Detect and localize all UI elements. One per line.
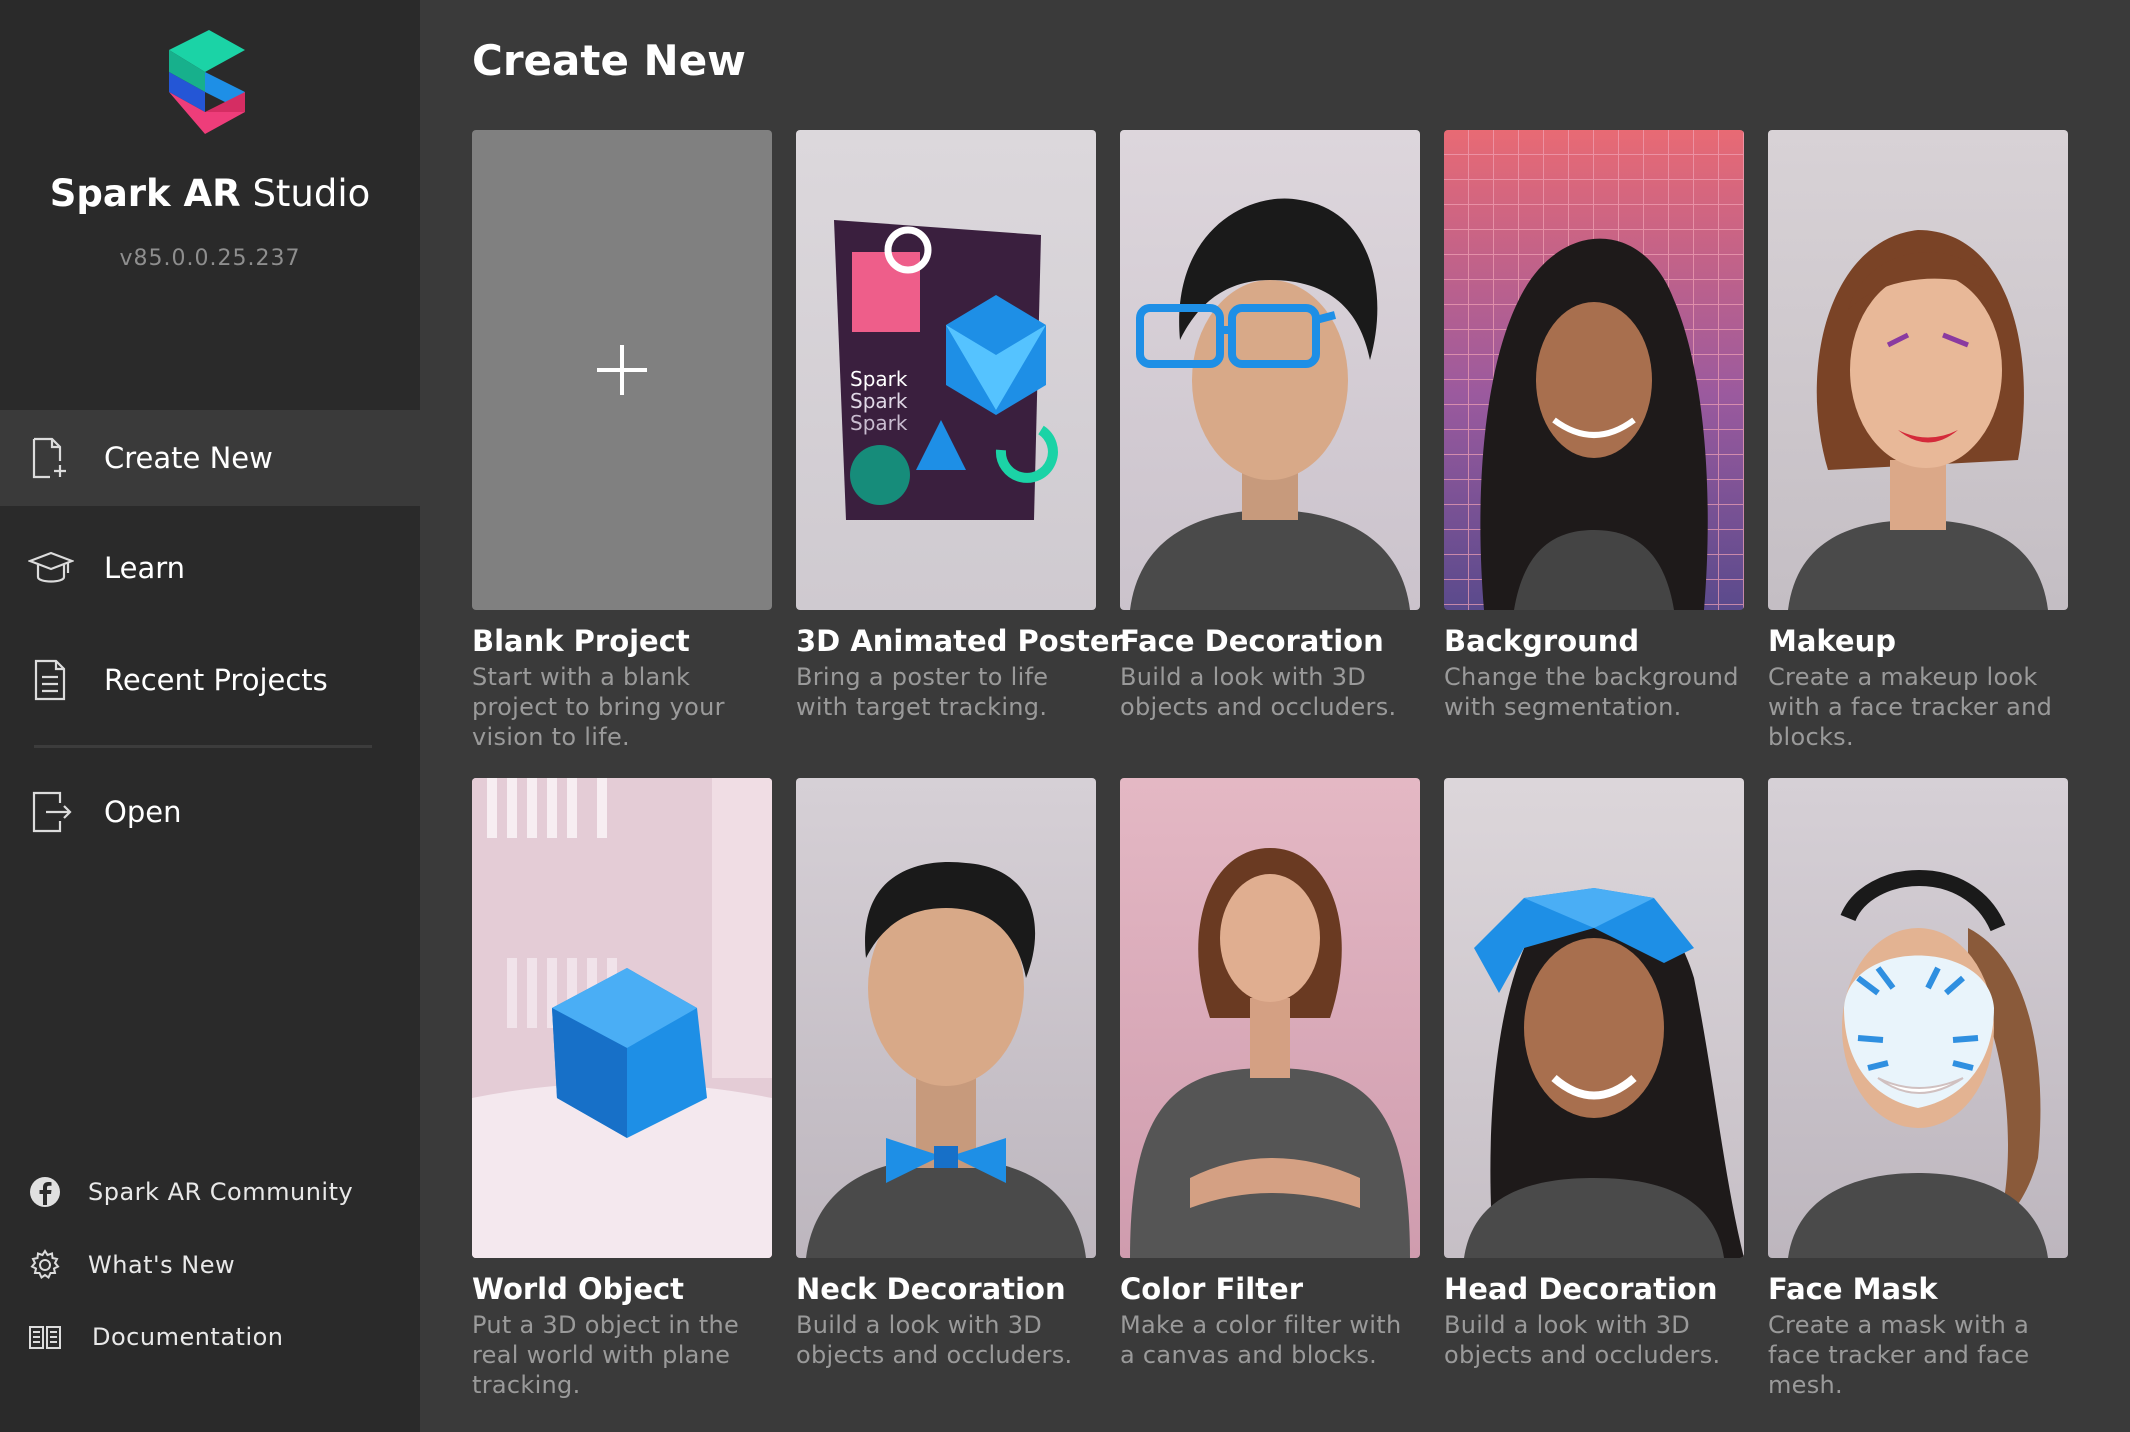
world-object-image <box>472 778 772 1258</box>
face-decoration-image <box>1130 198 1410 610</box>
color-filter-image <box>1130 848 1410 1258</box>
template-card-background[interactable]: Background Change the background with se… <box>1444 130 1744 722</box>
template-card-head-decoration[interactable]: Head Decoration Build a look with 3D obj… <box>1444 778 1744 1370</box>
template-description: Make a color filter with a canvas and bl… <box>1120 1311 1402 1369</box>
nav-label: Learn <box>104 551 186 585</box>
template-title: World Object <box>472 1272 685 1306</box>
template-thumbnail <box>796 778 1096 1258</box>
template-description: Build a look with 3D objects and occlude… <box>1444 1311 1721 1369</box>
poster-text: Spark <box>850 411 908 435</box>
poster-text: Spark <box>850 389 908 413</box>
new-file-icon <box>32 437 66 479</box>
footer-link-documentation[interactable]: Documentation <box>0 1312 420 1362</box>
app-brand: Spark AR Studio <box>49 172 371 215</box>
template-title: 3D Animated Poster <box>796 624 1124 658</box>
gear-icon <box>30 1249 60 1280</box>
plus-icon <box>597 345 647 395</box>
template-title: Color Filter <box>1120 1272 1303 1306</box>
document-icon <box>34 659 66 701</box>
nav-label: Open <box>104 795 182 829</box>
template-description: Build a look with 3D objects and occlude… <box>1120 663 1397 721</box>
makeup-image <box>1788 230 2048 610</box>
template-thumbnail <box>1444 778 1744 1258</box>
template-thumbnail <box>1768 778 2068 1258</box>
template-card-face-decoration[interactable]: Face Decoration Build a look with 3D obj… <box>1120 130 1420 722</box>
template-description: Put a 3D object in the real world with p… <box>472 1311 740 1399</box>
spark-ar-logo-icon <box>169 30 245 134</box>
template-thumbnail <box>1768 130 2068 610</box>
template-description: Create a mask with a face tracker and fa… <box>1768 1311 2030 1399</box>
background-image <box>1444 130 1744 610</box>
nav-item-learn[interactable]: Learn <box>0 520 420 616</box>
footer-link-whats-new[interactable]: What's New <box>0 1240 420 1290</box>
face-mask-image <box>1788 870 2048 1258</box>
footer-link-community[interactable]: Spark AR Community <box>0 1167 420 1217</box>
neck-decoration-image <box>806 861 1086 1258</box>
poster-illustration: Spark Spark Spark <box>834 220 1058 520</box>
page-title: Create New <box>472 36 746 85</box>
template-card-color-filter[interactable]: Color Filter Make a color filter with a … <box>1120 778 1420 1370</box>
facebook-icon <box>30 1177 60 1207</box>
template-card-blank-project[interactable]: Blank Project Start with a blank project… <box>472 130 772 752</box>
template-title: Face Mask <box>1768 1272 1938 1306</box>
template-thumbnail <box>1120 130 1420 610</box>
template-thumbnail: Spark Spark Spark <box>796 130 1096 610</box>
nav-divider <box>34 745 372 748</box>
app-version: v85.0.0.25.237 <box>119 246 301 271</box>
footer-label: Documentation <box>92 1323 284 1351</box>
template-description: Build a look with 3D objects and occlude… <box>796 1311 1073 1369</box>
footer-label: What's New <box>88 1251 236 1279</box>
open-file-icon <box>32 791 72 833</box>
template-title: Makeup <box>1768 624 1897 658</box>
nav-item-recent-projects[interactable]: Recent Projects <box>0 632 420 728</box>
template-title: Background <box>1444 624 1640 658</box>
sidebar: Spark AR Studio v85.0.0.25.237 Create Ne… <box>0 0 420 1432</box>
template-card-face-mask[interactable]: Face Mask Create a mask with a face trac… <box>1768 778 2068 1400</box>
template-card-neck-decoration[interactable]: Neck Decoration Build a look with 3D obj… <box>796 778 1096 1370</box>
template-card-world-object[interactable]: World Object Put a 3D object in the real… <box>472 778 772 1400</box>
template-description: Bring a poster to life with target track… <box>796 663 1049 721</box>
template-title: Face Decoration <box>1120 624 1384 658</box>
template-description: Start with a blank project to bring your… <box>472 663 725 751</box>
template-title: Head Decoration <box>1444 1272 1718 1306</box>
nav-label: Recent Projects <box>104 663 328 697</box>
nav-item-create-new[interactable]: Create New <box>0 410 420 506</box>
template-description: Create a makeup look with a face tracker… <box>1768 663 2053 751</box>
template-thumbnail <box>472 778 772 1258</box>
head-decoration-image <box>1464 888 1744 1258</box>
nav-item-open[interactable]: Open <box>0 764 420 860</box>
template-card-3d-animated-poster[interactable]: Spark Spark Spark 3D Animated Poster Bri… <box>796 130 1124 722</box>
book-icon <box>29 1326 61 1349</box>
poster-text: Spark <box>850 367 908 391</box>
template-title: Neck Decoration <box>796 1272 1066 1306</box>
template-thumbnail <box>1444 130 1744 610</box>
graduation-cap-icon <box>28 551 74 583</box>
footer-label: Spark AR Community <box>88 1178 354 1206</box>
template-thumbnail <box>1120 778 1420 1258</box>
template-thumbnail <box>472 130 772 610</box>
template-description: Change the background with segmentation. <box>1444 663 1739 721</box>
template-card-makeup[interactable]: Makeup Create a makeup look with a face … <box>1768 130 2068 752</box>
template-title: Blank Project <box>472 624 690 658</box>
nav-label: Create New <box>104 441 273 475</box>
